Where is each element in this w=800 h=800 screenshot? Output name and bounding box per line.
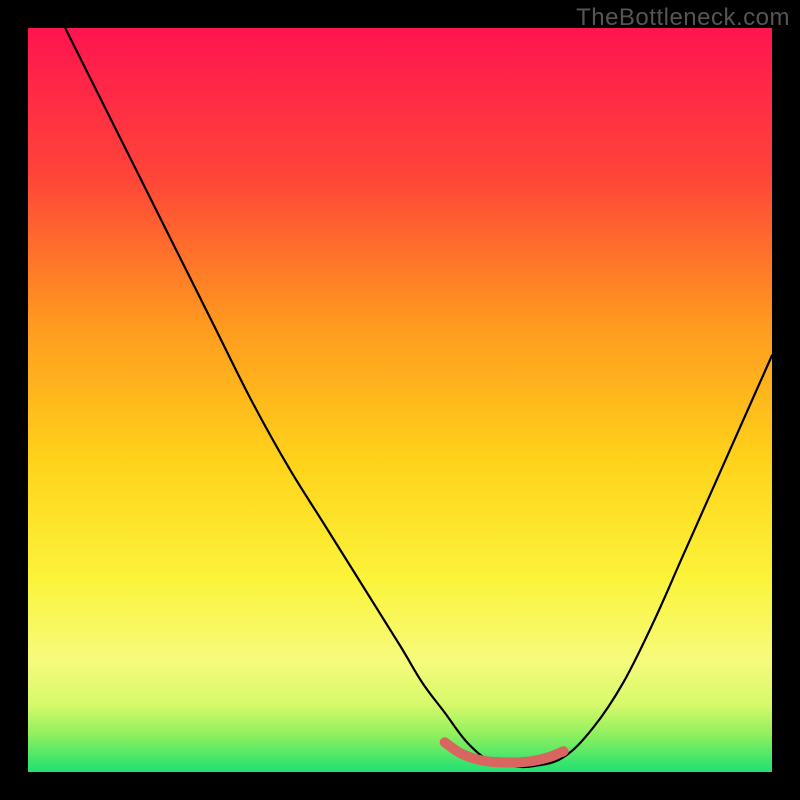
plot-area — [28, 28, 772, 772]
gradient-background — [28, 28, 772, 772]
plot-svg — [28, 28, 772, 772]
watermark-text: TheBottleneck.com — [576, 4, 790, 32]
chart-frame: TheBottleneck.com — [0, 0, 800, 800]
